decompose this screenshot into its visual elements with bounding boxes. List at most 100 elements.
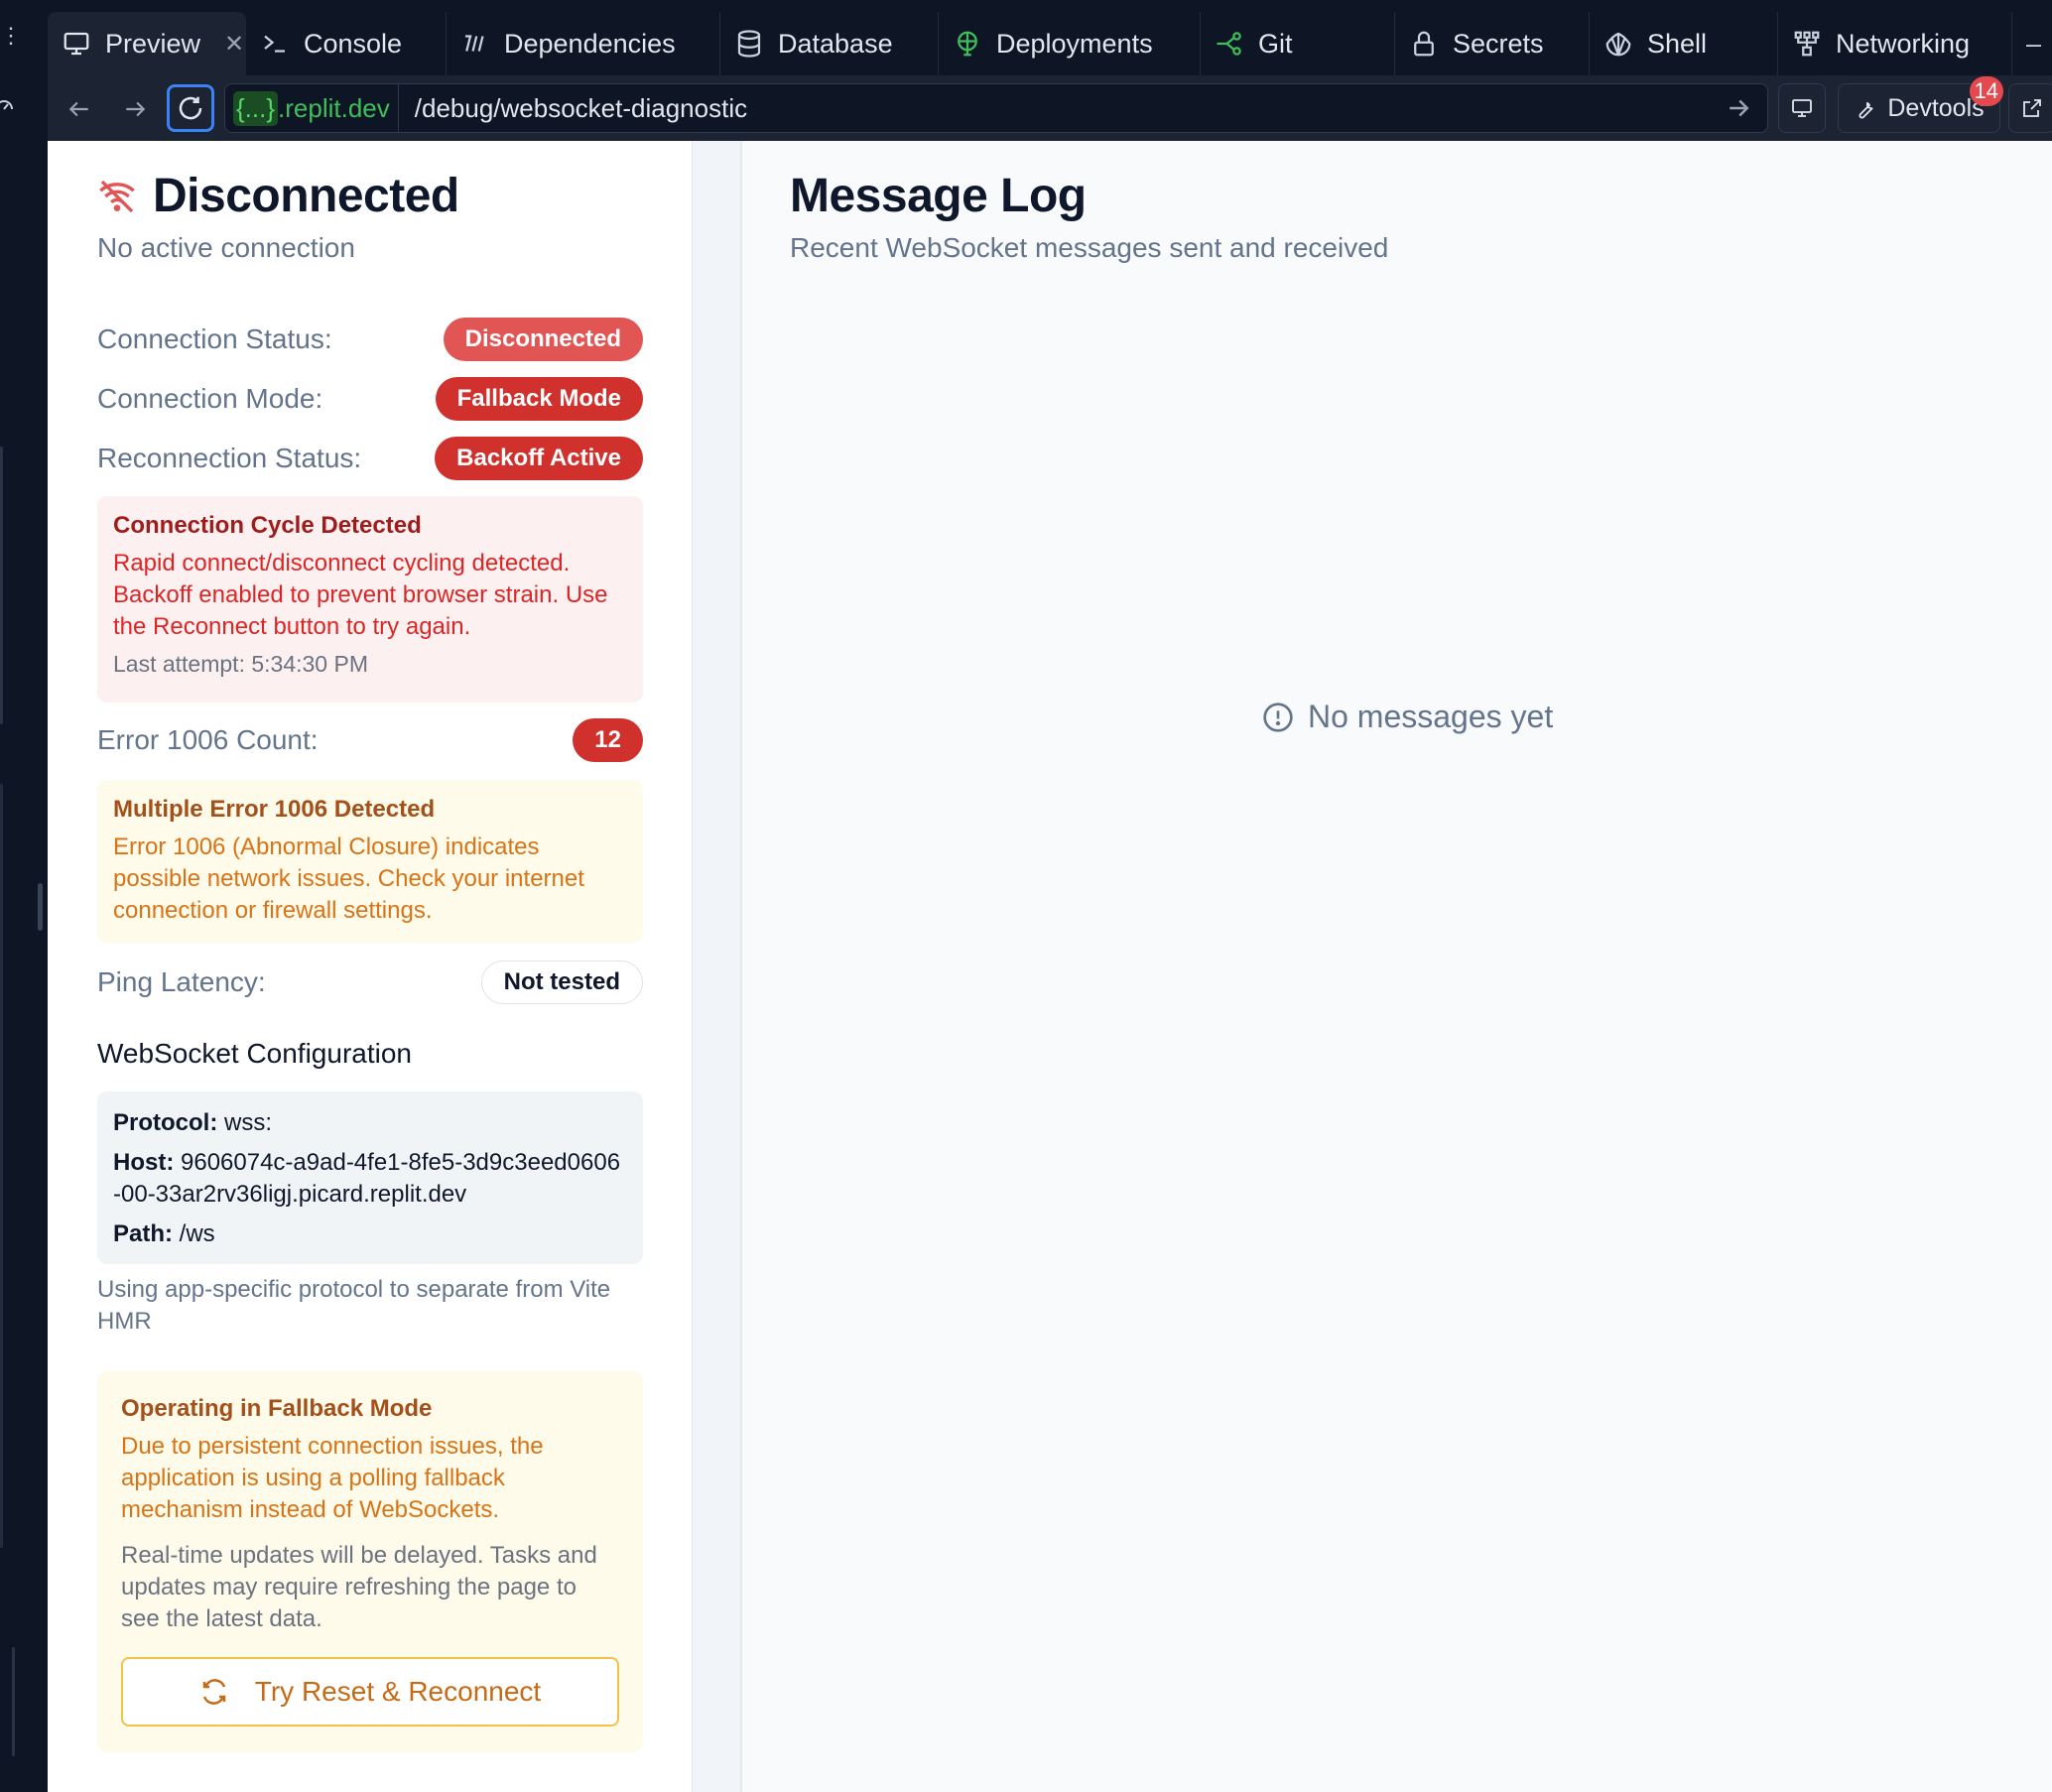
tab-label: Preview (105, 28, 201, 59)
websocket-config-heading: WebSocket Configuration (97, 1038, 412, 1069)
tab-label: Secrets (1453, 28, 1544, 59)
connection-cycle-alert: Connection Cycle Detected Rapid connect/… (97, 496, 643, 703)
deployments-icon (958, 31, 977, 57)
tab-preview[interactable]: Preview ✕ (48, 12, 246, 75)
protocol-line: Protocol: wss: (113, 1107, 627, 1139)
path-value: /ws (173, 1220, 215, 1247)
alert-body: Error 1006 (Abnormal Closure) indicates … (113, 833, 584, 924)
connection-status-badge: Disconnected (443, 318, 643, 361)
alert-title: Multiple Error 1006 Detected (113, 796, 436, 823)
connection-status-label: Connection Status: (97, 323, 332, 354)
error-count-badge: 12 (573, 718, 643, 762)
gauge-icon[interactable] (0, 93, 16, 117)
go-arrow-icon[interactable] (1724, 93, 1753, 123)
rail-divider (12, 1647, 15, 1756)
fallback-title: Operating in Fallback Mode (121, 1395, 433, 1422)
tab-networking[interactable]: Networking (1778, 12, 2012, 75)
wrench-icon (1859, 101, 1873, 119)
empty-state: No messages yet (1262, 699, 1553, 735)
fallback-note: Real-time updates will be delayed. Tasks… (121, 1542, 597, 1632)
reset-reconnect-label: Try Reset & Reconnect (254, 1676, 542, 1707)
fallback-mode-card: Operating in Fallback Mode Due to persis… (97, 1371, 643, 1752)
devtools-button[interactable]: Devtools 14 (1838, 76, 2003, 133)
tab-label: Networking (1836, 28, 1971, 59)
connection-status-row: Connection Status: Disconnected (97, 316, 643, 363)
devtools-label: Devtools (1887, 93, 1985, 122)
tab-label: Dependencies (504, 28, 676, 59)
preview-content: Disconnected No active connection Connec… (48, 141, 2052, 1792)
tab-deployments[interactable]: Deployments (939, 12, 1201, 75)
monitor-icon (1792, 99, 1812, 117)
alert-body: Rapid connect/disconnect cycling detecte… (113, 550, 608, 640)
tab-dependencies[interactable]: Dependencies (447, 12, 720, 75)
reconnection-status-row: Reconnection Status: Backoff Active (97, 435, 643, 482)
connection-mode-label: Connection Mode: (97, 383, 323, 414)
tab-label: Git (1258, 28, 1293, 59)
ping-latency-label: Ping Latency: (97, 966, 266, 997)
config-note: Using app-specific protocol to separate … (97, 1276, 611, 1335)
url-input[interactable]: {...} .replit.dev /debug/websocket-diagn… (224, 83, 1768, 133)
tab-label: Console (304, 28, 403, 59)
reset-reconnect-button[interactable]: Try Reset & Reconnect (121, 1657, 619, 1727)
arrow-right-icon (126, 101, 146, 117)
protocol-label: Protocol: (113, 1109, 218, 1136)
panel-resize-handle[interactable] (38, 883, 43, 931)
reload-icon (179, 96, 202, 120)
tab-git[interactable]: Git (1201, 12, 1395, 75)
dependencies-icon (465, 35, 484, 52)
preview-url-bar: {...} .replit.dev /debug/websocket-diagn… (48, 75, 2052, 141)
new-tab-button[interactable]: – (2012, 12, 2052, 75)
path-line: Path: /ws (113, 1218, 627, 1250)
terminal-icon (264, 35, 285, 53)
host-line: Host: 9606074c-a9ad-4fe1-8fe5-3d9c3eed06… (113, 1147, 627, 1211)
websocket-config-box: Protocol: wss: Host: 9606074c-a9ad-4fe1-… (97, 1091, 643, 1264)
tab-label: Shell (1647, 28, 1708, 59)
empty-state-text: No messages yet (1308, 699, 1554, 734)
connection-mode-badge: Fallback Mode (435, 377, 643, 421)
plus-icon: – (2026, 28, 2042, 59)
reload-button[interactable] (167, 84, 214, 132)
alert-circle-icon (1263, 702, 1293, 732)
close-icon[interactable]: ✕ (224, 30, 244, 59)
tab-database[interactable]: Database (720, 12, 939, 75)
status-subtitle: No active connection (97, 232, 355, 263)
networking-icon (1794, 31, 1820, 57)
device-preview-button[interactable] (1778, 83, 1826, 133)
fallback-body: Due to persistent connection issues, the… (121, 1433, 544, 1523)
rail-divider (0, 784, 3, 1548)
panel-divider (693, 141, 742, 1792)
path-label: Path: (113, 1220, 173, 1247)
reconnection-status-badge: Backoff Active (435, 437, 643, 480)
status-heading: Disconnected (97, 169, 459, 223)
arrow-left-icon (68, 101, 88, 117)
ping-latency-row: Ping Latency: Not tested (97, 959, 643, 1006)
left-rail: ⋮ (0, 0, 48, 1792)
forward-button[interactable] (113, 87, 157, 131)
last-attempt-text: Last attempt: 5:34:30 PM (113, 651, 368, 677)
tab-label: Database (778, 28, 893, 59)
connection-status-panel: Disconnected No active connection Connec… (48, 141, 742, 1792)
status-title: Disconnected (153, 170, 459, 222)
monitor-icon (64, 32, 89, 56)
back-button[interactable] (58, 87, 101, 131)
host-label: Host: (113, 1149, 175, 1176)
message-log-title: Message Log (790, 170, 1087, 222)
message-log-panel: Message Log Recent WebSocket messages se… (742, 141, 2052, 1792)
shell-icon (1605, 32, 1631, 57)
error-1006-alert: Multiple Error 1006 Detected Error 1006 … (97, 780, 643, 943)
refresh-icon (202, 1679, 226, 1705)
tab-console[interactable]: Console (246, 12, 447, 75)
error-count-label: Error 1006 Count: (97, 724, 319, 755)
lock-icon (1414, 31, 1434, 57)
tab-secrets[interactable]: Secrets (1395, 12, 1590, 75)
open-new-window-button[interactable] (2008, 83, 2052, 133)
error-count-row: Error 1006 Count: 12 (97, 716, 643, 764)
url-path: /debug/websocket-diagnostic (414, 92, 748, 123)
reconnection-status-label: Reconnection Status: (97, 443, 362, 473)
more-vertical-icon[interactable]: ⋮ (0, 25, 22, 58)
git-icon (1217, 32, 1241, 56)
message-log-subtitle: Recent WebSocket messages sent and recei… (790, 232, 1389, 263)
host-value: 9606074c-a9ad-4fe1-8fe5-3d9c3eed0606-00-… (113, 1149, 621, 1208)
database-icon (737, 30, 761, 58)
tab-shell[interactable]: Shell (1590, 12, 1778, 75)
